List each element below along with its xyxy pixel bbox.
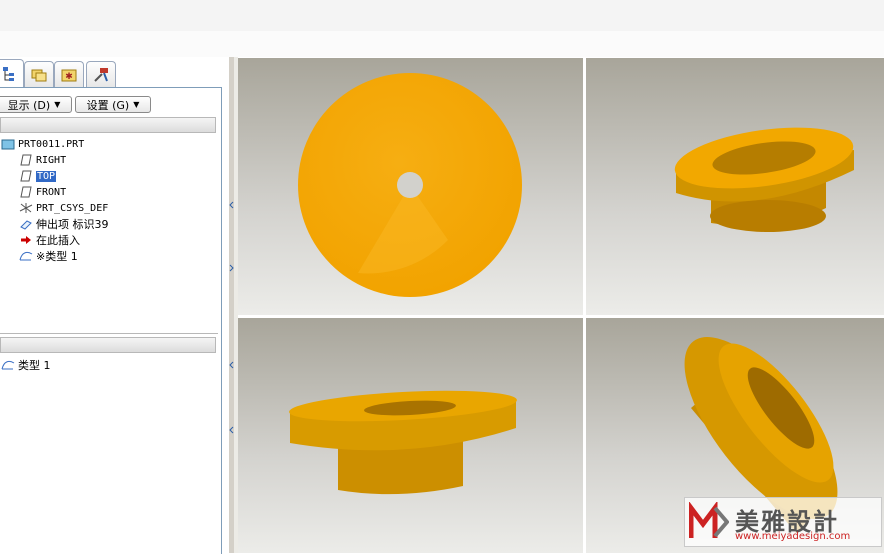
tab-model-tree[interactable]	[0, 59, 24, 88]
layer-tree-header	[0, 337, 216, 353]
application-menubar	[0, 0, 884, 32]
tree-item-top[interactable]: TOP	[18, 168, 57, 184]
show-dropdown[interactable]: 显示 (D) ▼	[0, 96, 72, 113]
sketch-type-icon	[0, 358, 16, 372]
viewport-top[interactable]	[238, 58, 583, 315]
viewport-isometric-upper[interactable]	[586, 58, 884, 315]
tab-folder-browser[interactable]	[24, 61, 54, 88]
part-front-view	[289, 390, 517, 495]
layer-item-label: 类型 1	[18, 359, 51, 372]
datum-plane-icon	[18, 185, 34, 199]
tree-item-label: FRONT	[36, 186, 67, 198]
tree-item-label: 伸出项 标识39	[36, 218, 109, 231]
tree-item-csys[interactable]: PRT_CSYS_DEF	[18, 200, 108, 216]
viewport-front-lower[interactable]	[238, 318, 583, 553]
csys-icon	[18, 201, 34, 215]
show-dropdown-label: 显示 (D)	[7, 98, 51, 112]
tree-item-label: ※类型 1	[36, 250, 78, 263]
tree-item-label: 在此插入	[36, 234, 80, 247]
sketch-type-icon	[18, 249, 34, 263]
tree-item-extrude[interactable]: 伸出项 标识39	[18, 216, 109, 232]
part-icon	[0, 137, 16, 151]
layer-item-type[interactable]: 类型 1	[0, 357, 51, 373]
tree-item-label: RIGHT	[36, 154, 67, 166]
tree-item-label: PRT_CSYS_DEF	[36, 202, 109, 214]
tree-item-label: PRT0011.PRT	[18, 138, 85, 150]
part-top-view	[298, 73, 522, 297]
insert-here-arrow-icon	[18, 233, 34, 247]
model-tree-header	[0, 117, 216, 133]
tree-item-part[interactable]: PRT0011.PRT	[0, 136, 84, 152]
chevron-down-icon: ▼	[54, 100, 61, 109]
settings-dropdown-label: 设置 (G)	[86, 98, 130, 112]
tree-item-label: TOP	[36, 170, 57, 182]
watermark-url: www.meiyadesign.com	[735, 531, 851, 542]
settings-dropdown[interactable]: 设置 (G) ▼	[75, 96, 151, 113]
favorites-icon: ✱	[61, 69, 77, 82]
folder-browser-icon	[31, 69, 47, 82]
extrude-icon	[18, 217, 34, 231]
part-isometric-view	[674, 127, 854, 232]
datum-plane-icon	[18, 169, 34, 183]
pane-divider[interactable]	[0, 333, 218, 334]
tab-favorites[interactable]: ✱	[54, 61, 84, 88]
chevron-down-icon: ▼	[133, 100, 140, 109]
tree-item-right[interactable]: RIGHT	[18, 152, 66, 168]
tab-connections[interactable]	[86, 61, 116, 88]
datum-plane-icon	[18, 153, 34, 167]
brand-logo-icon	[689, 502, 729, 538]
application-toolbar	[0, 31, 884, 57]
model-tree-icon	[3, 67, 14, 81]
svg-text:✱: ✱	[65, 72, 73, 82]
tree-item-front[interactable]: FRONT	[18, 184, 66, 200]
tree-item-type[interactable]: ※类型 1	[18, 248, 78, 264]
tree-item-insert-here[interactable]: 在此插入	[18, 232, 80, 248]
watermark: 美雅設計 www.meiyadesign.com	[684, 497, 882, 547]
connections-icon	[94, 68, 108, 82]
model-tree-panel: 显示 (D) ▼ 设置 (G) ▼ PRT0011.PRT RIGHT TOP …	[0, 87, 222, 554]
